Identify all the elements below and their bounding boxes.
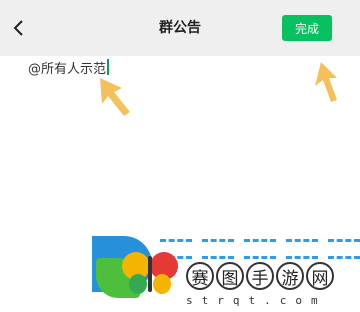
watermark-domain: strqt.com — [186, 294, 327, 307]
watermark-characters: 赛 图 手 游 网 — [186, 262, 334, 290]
nav-bar: 群公告 完成 — [0, 0, 360, 56]
watermark-char: 网 — [306, 262, 334, 290]
announcement-input[interactable]: @所有人示范 — [28, 59, 110, 77]
announcement-text: @所有人示范 — [28, 61, 107, 77]
pointer-arrow-editor-icon — [100, 78, 130, 116]
watermark-char: 赛 — [186, 262, 214, 290]
butterfly-logo-icon — [122, 252, 178, 294]
watermark-char: 手 — [246, 262, 274, 290]
watermark-strokes — [160, 236, 360, 262]
text-cursor — [107, 59, 110, 75]
pointer-arrow-done-icon — [315, 62, 337, 102]
watermark-char: 图 — [216, 262, 244, 290]
done-button[interactable]: 完成 — [282, 15, 332, 41]
watermark-char: 游 — [276, 262, 304, 290]
